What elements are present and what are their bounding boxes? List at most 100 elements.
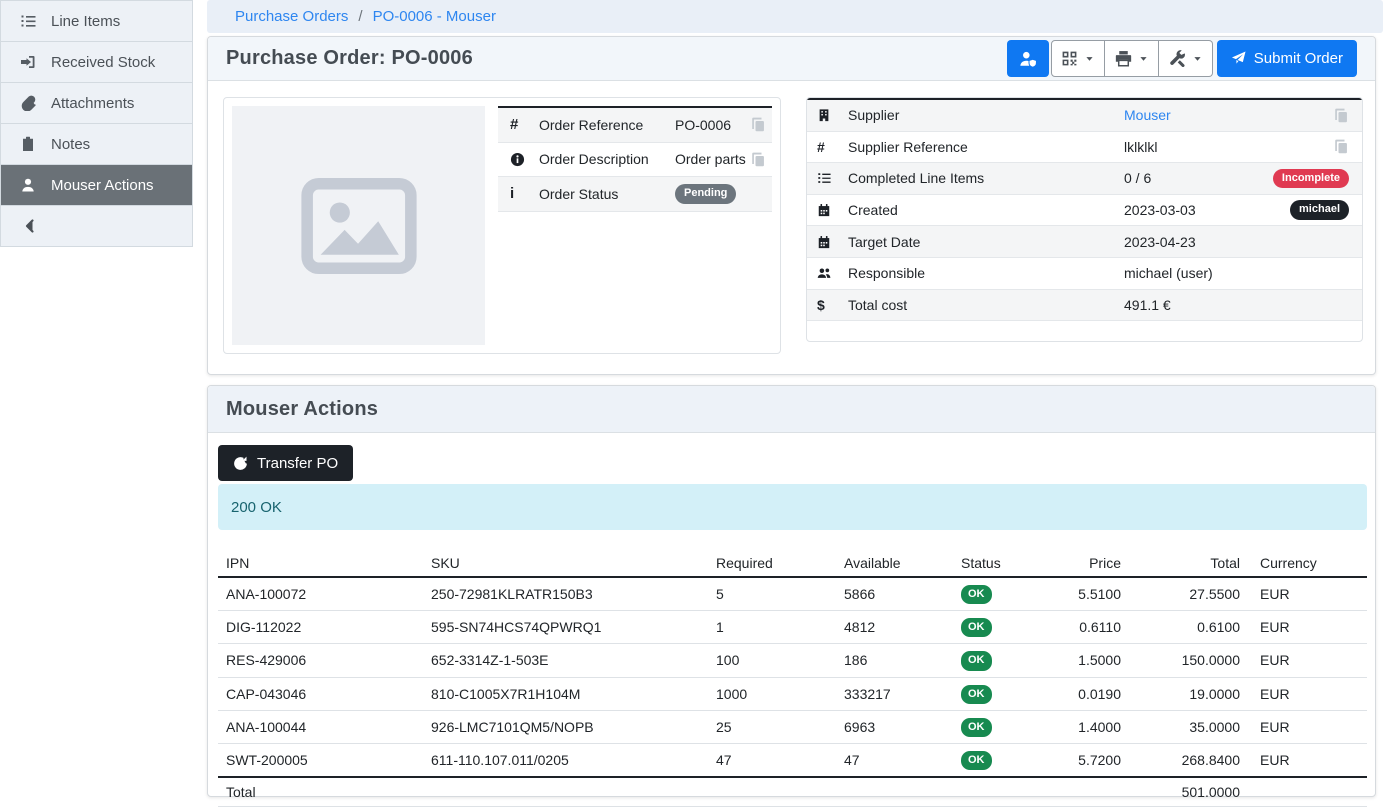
cell-status: OK — [953, 743, 1043, 777]
col-header-required: Required — [708, 550, 836, 577]
cell-currency: EUR — [1252, 611, 1367, 644]
cell-total: 35.0000 — [1133, 710, 1252, 743]
cell-required: 25 — [708, 710, 836, 743]
barcode-menu-button[interactable] — [1051, 40, 1105, 77]
refresh-icon — [233, 456, 248, 471]
options-menu-button[interactable] — [1159, 40, 1213, 77]
col-header-ipn: IPN — [218, 550, 423, 577]
detail-row: Responsible michael (user) — [807, 258, 1362, 290]
cell-total: 19.0000 — [1133, 677, 1252, 710]
cell-price: 0.0190 — [1043, 677, 1133, 710]
user-icon — [20, 177, 51, 193]
status-badge: Incomplete — [1273, 169, 1349, 188]
sidebar-item[interactable]: Attachments — [1, 83, 192, 124]
sidebar-collapse-button[interactable] — [1, 206, 192, 246]
sidebar-item[interactable]: Mouser Actions — [1, 165, 192, 206]
cell-total: 0.6100 — [1133, 611, 1252, 644]
caret-down-icon — [1139, 54, 1148, 63]
cell-price: 5.5100 — [1043, 577, 1133, 611]
detail-label: Supplier — [848, 107, 1124, 123]
detail-value: lklklkl — [1124, 139, 1334, 155]
status-alert-text: 200 OK — [231, 499, 282, 516]
cell-currency: EUR — [1252, 644, 1367, 677]
cell-status: OK — [953, 611, 1043, 644]
detail-label: Target Date — [848, 234, 1124, 250]
col-header-status: Status — [953, 550, 1043, 577]
cell-price: 5.7200 — [1043, 743, 1133, 777]
mouser-actions-panel: Mouser Actions Transfer PO 200 OK IPN SK… — [207, 385, 1376, 797]
col-header-total: Total — [1133, 550, 1252, 577]
cell-currency: EUR — [1252, 677, 1367, 710]
breadcrumb-link-current[interactable]: PO-0006 - Mouser — [373, 8, 496, 25]
admin-button[interactable] — [1007, 40, 1049, 77]
table-footer-row: Total 501.0000 — [218, 777, 1367, 807]
list-ol-icon — [20, 13, 51, 29]
detail-row: Completed Line Items 0 / 6 Incomplete — [807, 163, 1362, 195]
cell-ipn: ANA-100044 — [218, 710, 423, 743]
copy-icon[interactable] — [751, 152, 766, 167]
cell-price: 1.5000 — [1043, 644, 1133, 677]
users-icon — [817, 266, 848, 280]
cell-total: 268.8400 — [1133, 743, 1252, 777]
detail-value: 2023-04-23 — [1124, 234, 1349, 250]
detail-label: Order Description — [539, 151, 675, 167]
status-ok-badge: OK — [961, 651, 992, 670]
sidebar-item[interactable]: Line Items — [1, 1, 192, 42]
clipboard-icon — [20, 136, 51, 152]
print-menu-button[interactable] — [1105, 40, 1159, 77]
detail-value: 2023-03-03 — [1124, 202, 1290, 218]
breadcrumb-link-purchase-orders[interactable]: Purchase Orders — [235, 8, 348, 25]
footer-total-label: Total — [218, 777, 423, 807]
calendar-icon — [817, 235, 848, 249]
sidebar-item[interactable]: Notes — [1, 124, 192, 165]
cell-sku: 611-110.107.011/0205 — [423, 743, 708, 777]
table-header-row: IPN SKU Required Available Status Price … — [218, 550, 1367, 577]
col-header-currency: Currency — [1252, 550, 1367, 577]
supplier-details-card: Supplier Mouser # Supplier Reference lkl… — [806, 97, 1363, 342]
tools-icon — [1169, 50, 1186, 67]
header-actions: Submit Order — [1007, 40, 1357, 77]
copy-icon[interactable] — [1334, 139, 1349, 154]
cell-available: 5866 — [836, 577, 953, 611]
breadcrumb: Purchase Orders / PO-0006 - Mouser — [207, 0, 1383, 33]
cell-currency: EUR — [1252, 710, 1367, 743]
cell-sku: 652-3314Z-1-503E — [423, 644, 708, 677]
status-badge: Pending — [675, 184, 736, 203]
user-shield-icon — [1019, 50, 1037, 68]
cell-available: 47 — [836, 743, 953, 777]
table-row: SWT-200005 611-110.107.011/0205 47 47 OK… — [218, 743, 1367, 777]
detail-row: # Supplier Reference lklklkl — [807, 132, 1362, 164]
cell-price: 1.4000 — [1043, 710, 1133, 743]
detail-label: Total cost — [848, 297, 1124, 313]
paper-plane-icon — [1231, 51, 1246, 66]
detail-row: Target Date 2023-04-23 — [807, 226, 1362, 258]
copy-icon[interactable] — [1334, 108, 1349, 123]
table-row: ANA-100044 926-LMC7101QM5/NOPB 25 6963 O… — [218, 710, 1367, 743]
order-details-table: # Order Reference PO-0006 Order Descript… — [498, 106, 772, 212]
paperclip-icon — [20, 95, 51, 111]
cell-ipn: ANA-100072 — [218, 577, 423, 611]
sidebar-item[interactable]: Received Stock — [1, 42, 192, 83]
copy-icon[interactable] — [751, 117, 766, 132]
printer-icon — [1115, 50, 1132, 67]
detail-value: PO-0006 — [675, 117, 751, 133]
detail-value: 0 / 6 — [1124, 170, 1273, 186]
hash-icon: # — [817, 139, 848, 155]
cell-status: OK — [953, 710, 1043, 743]
status-ok-badge: OK — [961, 618, 992, 637]
purchase-order-panel: Purchase Order: PO-0006 — [207, 36, 1376, 375]
detail-row: Order Description Order parts — [498, 143, 772, 178]
transfer-po-button[interactable]: Transfer PO — [218, 445, 353, 481]
cell-currency: EUR — [1252, 577, 1367, 611]
submit-order-button[interactable]: Submit Order — [1217, 40, 1357, 77]
list-check-icon — [817, 171, 848, 185]
table-row: DIG-112022 595-SN74HCS74QPWRQ1 1 4812 OK… — [218, 611, 1367, 644]
detail-value[interactable]: Mouser — [1124, 107, 1334, 123]
cell-ipn: SWT-200005 — [218, 743, 423, 777]
breadcrumb-separator: / — [358, 8, 362, 25]
cell-currency: EUR — [1252, 743, 1367, 777]
caret-down-icon — [1085, 54, 1094, 63]
cell-available: 4812 — [836, 611, 953, 644]
building-icon — [817, 108, 848, 122]
cell-required: 1 — [708, 611, 836, 644]
